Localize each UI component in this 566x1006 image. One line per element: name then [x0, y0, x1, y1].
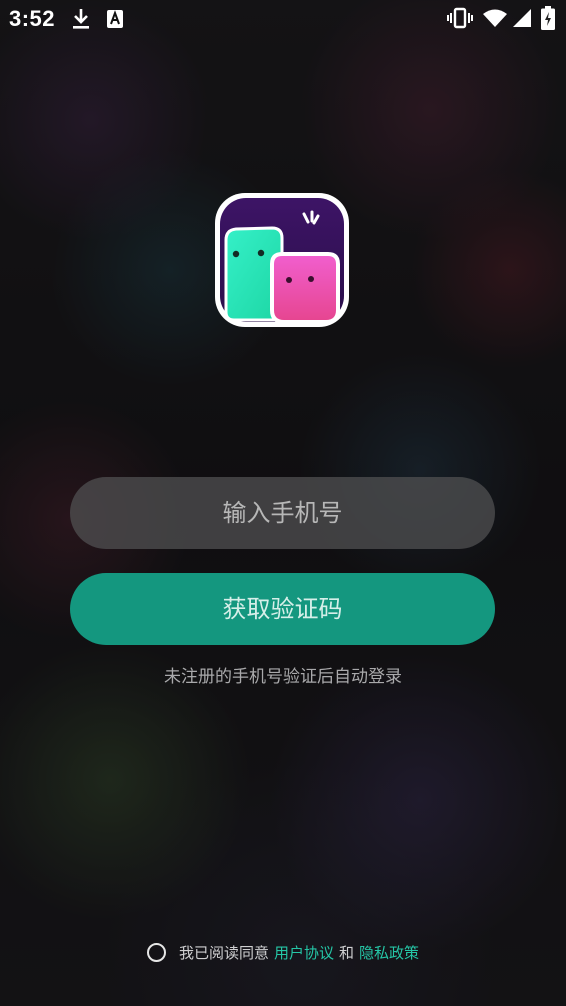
phone-number-input[interactable] [70, 477, 495, 549]
user-agreement-link[interactable]: 用户协议 [274, 942, 334, 963]
signal-icon [513, 9, 531, 27]
login-screen: 3:52 输入手机号 获取验证码 未注册的手机号验证后自动登录 我已阅读同意 用… [0, 0, 566, 1006]
a-icon [107, 10, 123, 28]
privacy-policy-link[interactable]: 隐私政策 [359, 942, 419, 963]
agreement-prefix: 我已阅读同意 [179, 943, 270, 962]
status-time: 3:52 [9, 6, 56, 31]
agreement-row: 我已阅读同意 用户协议 和 隐私政策 [147, 940, 424, 964]
download-icon [73, 9, 89, 29]
wifi-icon [483, 9, 507, 27]
agreement-and: 和 [339, 943, 355, 962]
app-logo-icon [215, 193, 349, 327]
auto-login-hint: 未注册的手机号验证后自动登录 [164, 667, 402, 687]
status-bar: 3:52 [0, 0, 566, 38]
vibrate-icon [447, 7, 473, 29]
get-code-button[interactable]: 获取验证码 [70, 573, 495, 645]
agree-radio-button[interactable] [147, 942, 166, 962]
battery-icon [541, 6, 555, 30]
